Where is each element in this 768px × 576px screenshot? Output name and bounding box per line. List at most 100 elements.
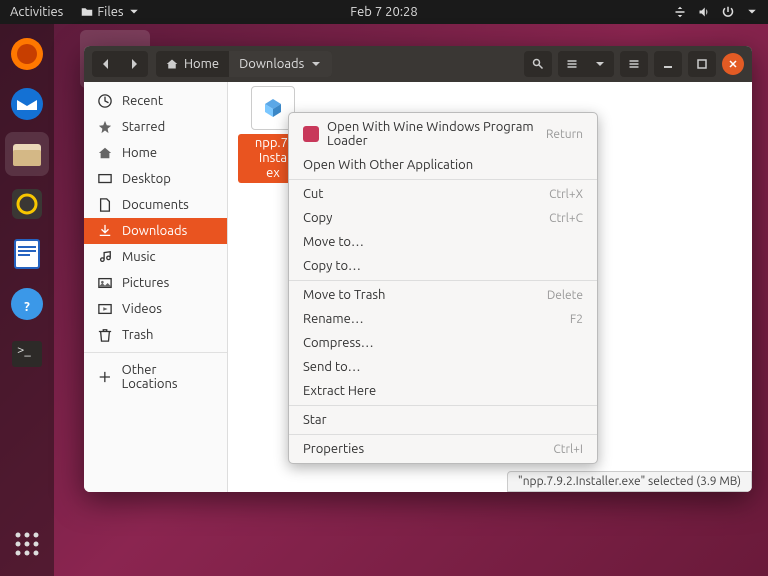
- ctx-item-label: Compress…: [303, 336, 374, 350]
- power-icon[interactable]: [722, 6, 734, 18]
- sidebar-item-label: Pictures: [122, 276, 169, 290]
- ctx-item-accel: Ctrl+C: [549, 212, 583, 225]
- ctx-copy-to[interactable]: Copy to…: [289, 254, 597, 278]
- sidebar-icon: [98, 328, 112, 342]
- ctx-item-accel: Ctrl+X: [549, 188, 583, 201]
- ctx-item-label: Star: [303, 413, 327, 427]
- sidebar-item-music[interactable]: Music: [84, 244, 227, 270]
- ctx-item-label: Move to…: [303, 235, 364, 249]
- minimize-button[interactable]: [654, 51, 682, 77]
- path-downloads[interactable]: Downloads: [229, 51, 332, 77]
- sidebar-icon: [98, 250, 112, 264]
- volume-icon[interactable]: [698, 6, 710, 18]
- sidebar-item-label: Home: [122, 146, 157, 160]
- sidebar-item-label: Videos: [122, 302, 162, 316]
- ctx-rename[interactable]: Rename… F2: [289, 307, 597, 331]
- ctx-item-label: Open With Other Application: [303, 158, 473, 172]
- view-list-button[interactable]: [558, 51, 586, 77]
- sidebar-item-trash[interactable]: Trash: [84, 322, 227, 348]
- sidebar-item-documents[interactable]: Documents: [84, 192, 227, 218]
- ctx-properties[interactable]: Properties Ctrl+I: [289, 437, 597, 461]
- sidebar-icon: [98, 370, 112, 384]
- svg-text:?: ?: [24, 300, 30, 314]
- sidebar-icon: [98, 94, 112, 108]
- ctx-item-label: Copy to…: [303, 259, 361, 273]
- ctx-item-label: Copy: [303, 211, 332, 225]
- ctx-item-accel: F2: [570, 313, 583, 326]
- search-button[interactable]: [524, 51, 552, 77]
- dock-thunderbird[interactable]: [5, 82, 49, 126]
- dock-show-apps[interactable]: [5, 522, 49, 566]
- sidebar-item-label: Trash: [122, 328, 153, 342]
- dock-libreoffice[interactable]: [5, 232, 49, 276]
- ctx-cut[interactable]: Cut Ctrl+X: [289, 182, 597, 206]
- svg-text:>_: >_: [17, 343, 31, 357]
- titlebar: Home Downloads: [84, 46, 752, 82]
- ctx-open-with-wine-windows-program-loader[interactable]: Open With Wine Windows Program Loader Ret…: [289, 115, 597, 153]
- sidebar-icon: [98, 120, 112, 134]
- sidebar-item-videos[interactable]: Videos: [84, 296, 227, 322]
- ctx-item-label: Move to Trash: [303, 288, 385, 302]
- dock-firefox[interactable]: [5, 32, 49, 76]
- ctx-item-label: Open With Wine Windows Program Loader: [327, 120, 538, 148]
- ctx-open-with-other-application[interactable]: Open With Other Application: [289, 153, 597, 177]
- ctx-star[interactable]: Star: [289, 408, 597, 432]
- ctx-item-accel: Delete: [547, 289, 583, 302]
- files-menu-label: Files: [97, 5, 123, 19]
- ctx-item-label: Cut: [303, 187, 323, 201]
- home-icon: [166, 58, 178, 70]
- sidebar-item-label: Documents: [122, 198, 189, 212]
- dock-rhythmbox[interactable]: [5, 182, 49, 226]
- sidebar-icon: [98, 172, 112, 186]
- view-options-button[interactable]: [586, 51, 614, 77]
- sidebar-item-label: Starred: [122, 120, 165, 134]
- dock-terminal[interactable]: >_: [5, 332, 49, 376]
- ctx-item-accel: Ctrl+I: [553, 443, 583, 456]
- sidebar-item-home[interactable]: Home: [84, 140, 227, 166]
- sidebar-item-desktop[interactable]: Desktop: [84, 166, 227, 192]
- sidebar-item-other-locations[interactable]: Other Locations: [84, 357, 227, 397]
- folder-icon: [81, 6, 93, 18]
- ctx-item-label: Send to…: [303, 360, 361, 374]
- ctx-extract-here[interactable]: Extract Here: [289, 379, 597, 403]
- sidebar-item-label: Recent: [122, 94, 163, 108]
- dock-files[interactable]: [5, 132, 49, 176]
- sidebar-item-starred[interactable]: Starred: [84, 114, 227, 140]
- network-icon[interactable]: [674, 6, 686, 18]
- sidebar-icon: [98, 198, 112, 212]
- maximize-button[interactable]: [688, 51, 716, 77]
- ctx-item-label: Extract Here: [303, 384, 376, 398]
- pathbar: Home Downloads: [156, 51, 332, 77]
- ctx-send-to[interactable]: Send to…: [289, 355, 597, 379]
- back-button[interactable]: [92, 51, 120, 77]
- sidebar-icon: [98, 276, 112, 290]
- ctx-copy[interactable]: Copy Ctrl+C: [289, 206, 597, 230]
- dock-help[interactable]: ?: [5, 282, 49, 326]
- ctx-item-label: Properties: [303, 442, 364, 456]
- close-button[interactable]: [722, 53, 744, 75]
- files-menu[interactable]: Files: [81, 5, 139, 19]
- path-home[interactable]: Home: [156, 51, 229, 77]
- path-downloads-label: Downloads: [239, 57, 304, 71]
- sidebar-item-label: Other Locations: [122, 363, 213, 391]
- sidebar-item-pictures[interactable]: Pictures: [84, 270, 227, 296]
- ctx-move-to[interactable]: Move to…: [289, 230, 597, 254]
- activities-button[interactable]: Activities: [10, 5, 63, 19]
- sidebar-item-label: Downloads: [122, 224, 187, 238]
- sidebar-item-label: Desktop: [122, 172, 171, 186]
- forward-button[interactable]: [120, 51, 148, 77]
- clock[interactable]: Feb 7 20:28: [350, 5, 417, 19]
- ctx-item-label: Rename…: [303, 312, 364, 326]
- sidebar-item-label: Music: [122, 250, 156, 264]
- sidebar-item-downloads[interactable]: Downloads: [84, 218, 227, 244]
- hamburger-button[interactable]: [620, 51, 648, 77]
- ctx-compress[interactable]: Compress…: [289, 331, 597, 355]
- ctx-move-to-trash[interactable]: Move to Trash Delete: [289, 283, 597, 307]
- sidebar-icon: [98, 302, 112, 316]
- ctx-item-accel: Return: [546, 128, 583, 141]
- chevron-down-icon[interactable]: [746, 6, 758, 18]
- sidebar-item-recent[interactable]: Recent: [84, 88, 227, 114]
- sidebar: Recent Starred Home Desktop Documents Downloa…: [84, 82, 228, 492]
- wine-icon: [303, 126, 319, 142]
- sidebar-icon: [98, 146, 112, 160]
